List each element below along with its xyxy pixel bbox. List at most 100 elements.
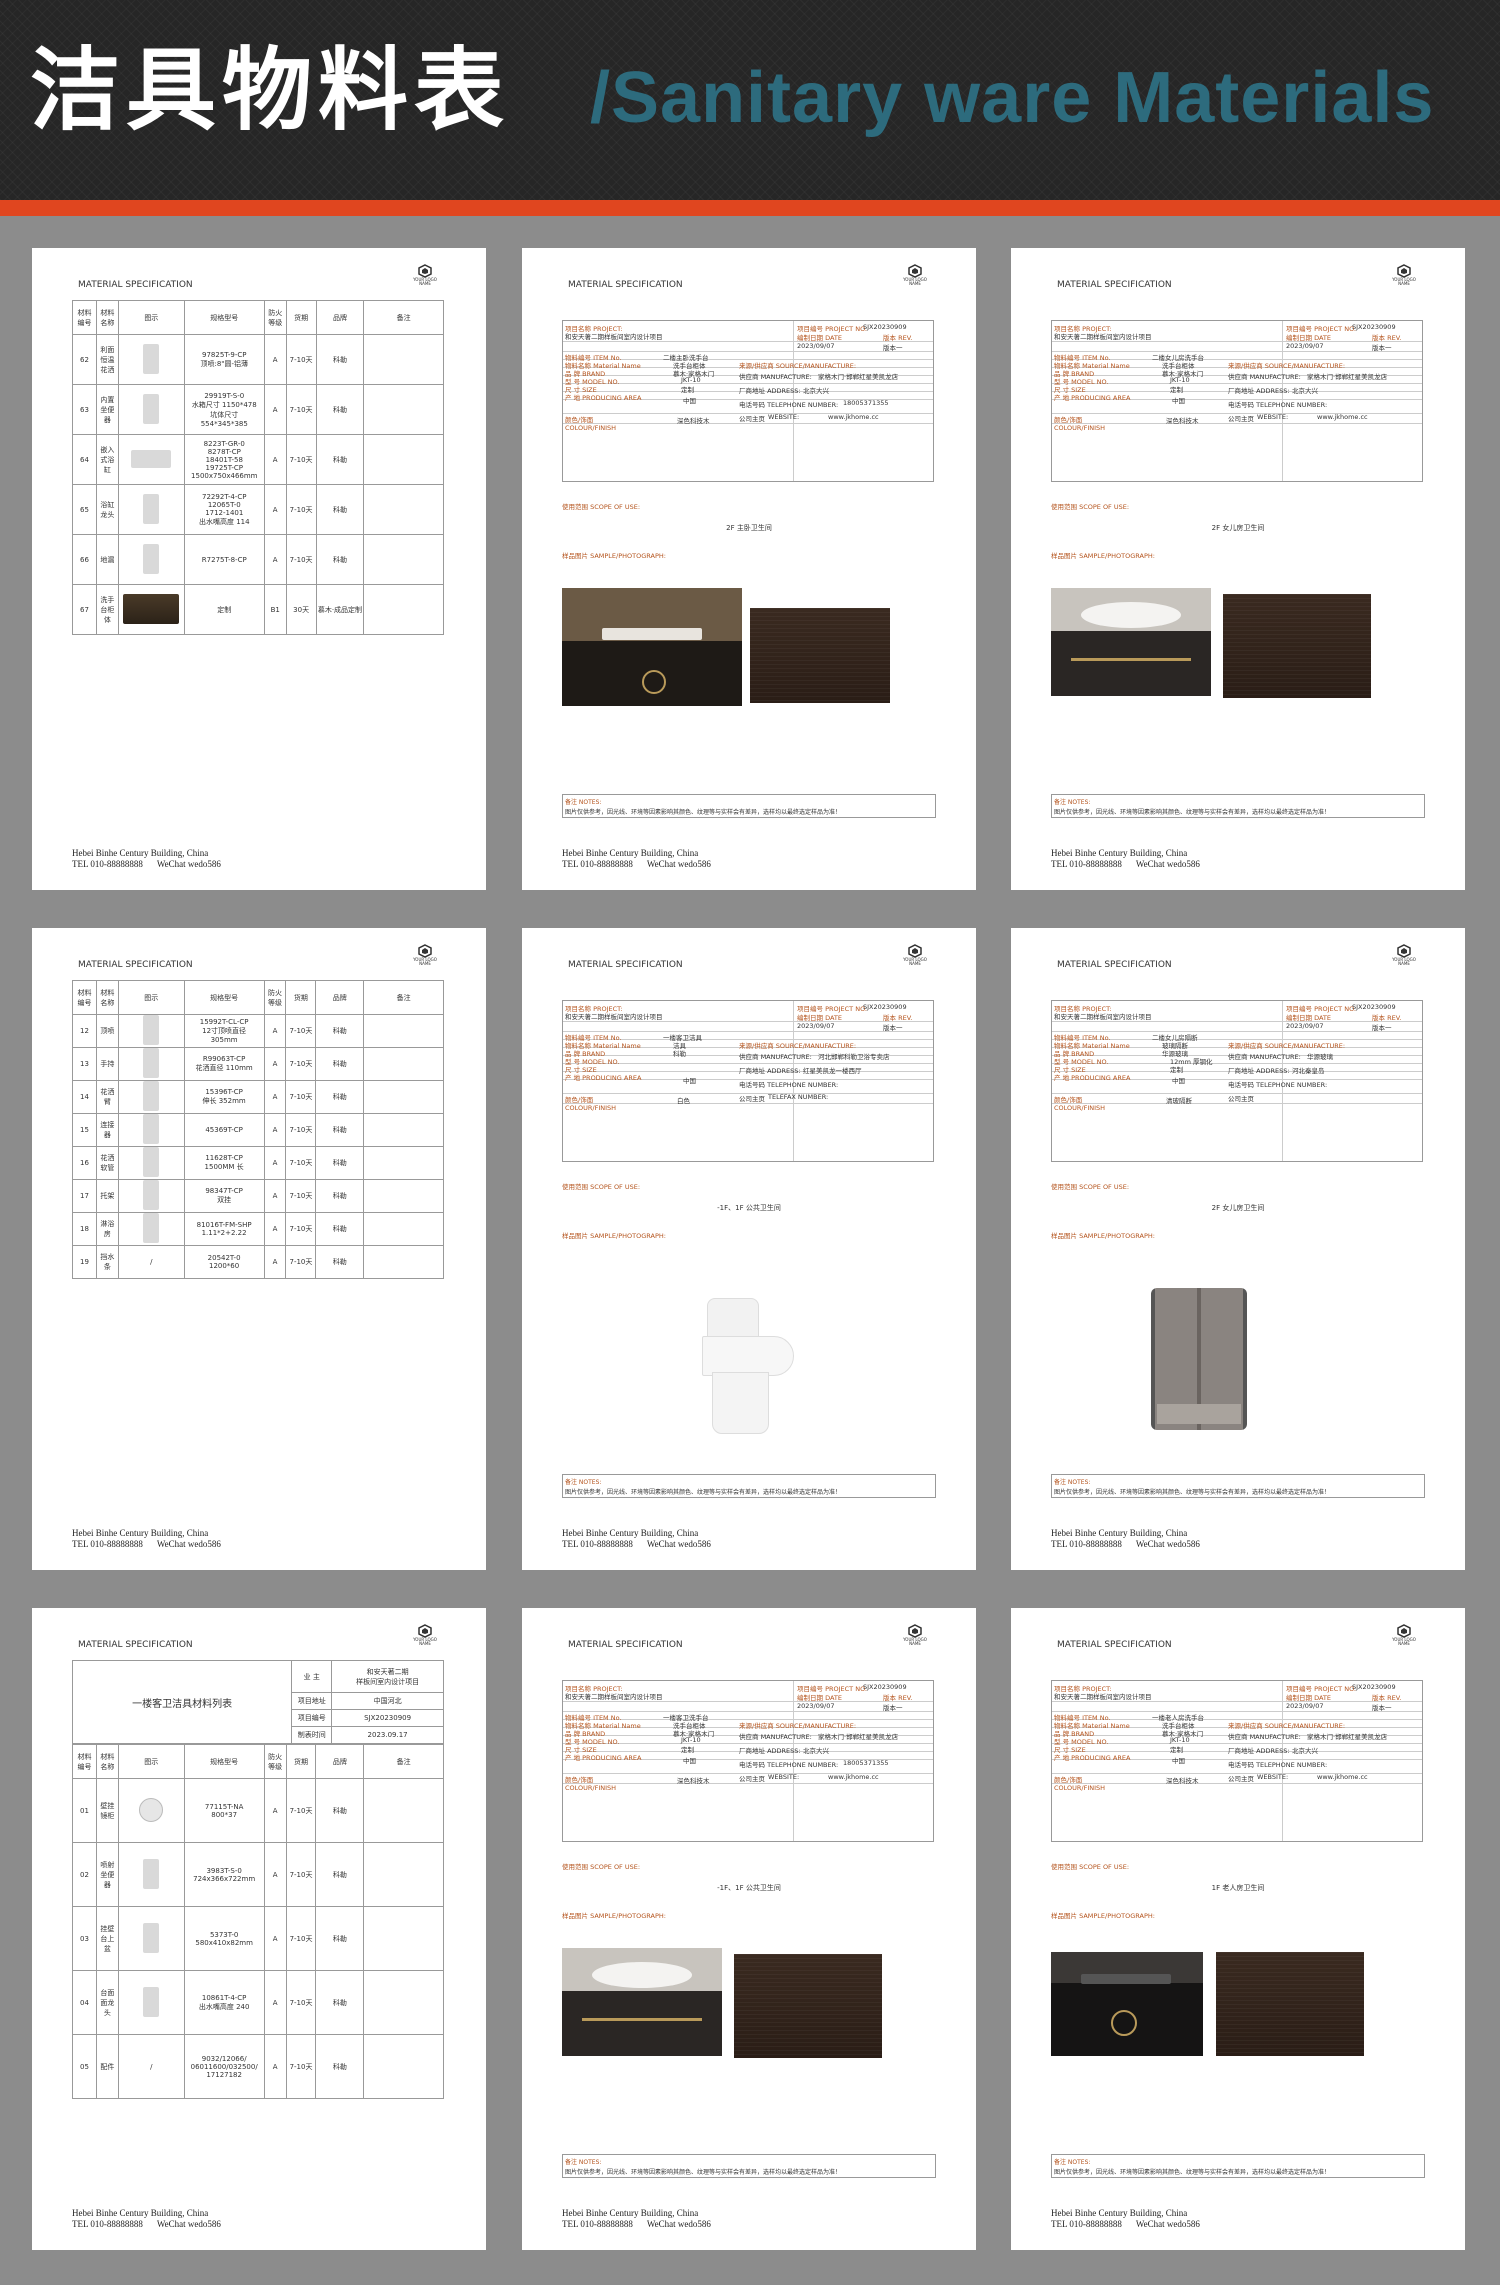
value-date: 2023/09/07	[797, 1022, 835, 1030]
company-logo: YOUR LOGO NAME	[1389, 944, 1419, 967]
material-spec-label: MATERIAL SPECIFICATION	[78, 1640, 193, 1650]
label-address: 厂商地址 ADDRESS:	[1228, 1747, 1290, 1755]
cell-no: 14	[72, 1080, 97, 1114]
logo-text: YOUR LOGO NAME	[903, 957, 927, 967]
cell-note	[363, 1842, 444, 1907]
value-website: www.jkhome.cc	[1317, 413, 1368, 421]
cell-fire: A	[263, 1113, 287, 1147]
cell-spec: 11628T-CP 1500MM 长	[183, 1146, 265, 1180]
cell-spec: 15396T-CP 伸长 352mm	[183, 1080, 265, 1114]
vanity-shelf	[582, 2018, 702, 2021]
value-supplier: 家格木门·邯郸红星美凯龙店	[818, 1733, 899, 1741]
scope-label: 使用范围 SCOPE OF USE:	[562, 503, 641, 511]
cell-name: 地漏	[95, 534, 119, 585]
column-header: 图示	[117, 980, 185, 1015]
cell-spec: 8223T-GR-0 8278T-CP 18401T-58 19725T-CP …	[183, 434, 265, 485]
vanity-photo	[562, 1948, 722, 2056]
cell-period: 7-10天	[285, 434, 317, 485]
cell-note	[363, 1014, 444, 1048]
rule	[1052, 341, 1422, 342]
table-header-row: 材料编号 材料名称 图示 规格型号 防火等级 货期 品牌 备注	[72, 1744, 444, 1779]
value-supplier: 河北邯郸科勒卫浴专卖店	[818, 1053, 890, 1061]
footer-address: Hebei Binhe Century Building, China	[1051, 2208, 1188, 2218]
cell-note	[363, 534, 444, 585]
cell-name: 利面恒温花洒	[95, 334, 119, 385]
cell-no: 67	[72, 584, 97, 635]
vanity-basin	[602, 628, 702, 640]
value-date: 2023/09/07	[1286, 342, 1324, 350]
product-thumbnail	[143, 1015, 160, 1045]
cell-fire: A	[263, 334, 287, 385]
logo-text: YOUR LOGO NAME	[413, 277, 437, 287]
scope-label: 使用范围 SCOPE OF USE:	[562, 1863, 641, 1871]
value-supplier: 家格木门·邯郸红星美凯龙店	[818, 373, 899, 381]
value-area: 中国	[1172, 397, 1185, 405]
value-address: 北京大兴	[803, 387, 829, 395]
value-area: 中国	[683, 397, 696, 405]
table-row: 05 配件 / 9032/12066/ 06011600/032500/ 171…	[72, 2034, 444, 2099]
notes-text: 图片仅供参考，因光线、环境等因素影响其颜色、纹理等与实样会有差异，选样均以最终选…	[565, 1489, 842, 1496]
cell-image	[117, 1212, 185, 1246]
label-tel: 电话号码 TELEPHONE NUMBER:	[739, 401, 839, 409]
label-tel: 电话号码 TELEPHONE NUMBER:	[1228, 401, 1328, 409]
label-rev: 版本 REV.	[1372, 334, 1402, 342]
cell-slash: /	[150, 2062, 153, 2071]
spec-page: MATERIAL SPECIFICATION YOUR LOGO NAME He…	[522, 248, 976, 890]
logo-text: YOUR LOGO NAME	[413, 957, 437, 967]
footer-tel: TEL 010-88888888	[562, 1539, 633, 1549]
spec-info-box: 项目名称 PROJECT: 和安天著二期样板间室内设计项目 项目编号 PROJE…	[1051, 1680, 1423, 1842]
logo-text: YOUR LOGO NAME	[1392, 277, 1416, 287]
column-header: 品牌	[315, 1744, 365, 1779]
cell-fire: A	[263, 1179, 287, 1213]
vanity-ring	[642, 670, 666, 694]
value-size: 定制	[1170, 386, 1183, 394]
cell-fire: A	[263, 1970, 287, 2035]
product-thumbnail	[143, 1858, 160, 1889]
cell-note	[363, 1080, 444, 1114]
cell-brand: 科勒	[315, 1212, 365, 1246]
cell-name: 配件	[95, 2034, 119, 2099]
cell-period: 7-10天	[285, 1080, 317, 1114]
cell-spec: R7275T-8-CP	[183, 534, 265, 585]
cell-fire: A	[263, 1146, 287, 1180]
rule	[563, 1701, 933, 1702]
page-footer: Hebei Binhe Century Building, China TEL …	[1051, 1528, 1214, 1550]
cell-spec: R99063T-CP 花洒直径 110mm	[183, 1047, 265, 1081]
cell-name: 洗手台柜体	[95, 584, 119, 635]
table-row: 04 台面面龙头 10861T-4-CP 出水嘴高度 240 A 7-10天 科…	[72, 1970, 444, 2035]
vanity-basin	[592, 1962, 692, 1988]
label-rev: 版本 REV.	[883, 1694, 913, 1702]
label-rev: 版本 REV.	[1372, 1694, 1402, 1702]
cell-brand: 科勒	[315, 1014, 365, 1048]
cell-brand: 科勒	[315, 1842, 365, 1907]
scope-value: 1F 老人房卫生间	[1211, 1884, 1265, 1892]
product-thumbnail	[143, 1048, 160, 1078]
cell-no: 13	[72, 1047, 97, 1081]
value-project: 和安天著二期样板间室内设计项目	[565, 1013, 663, 1021]
label-address: 厂商地址 ADDRESS:	[1228, 387, 1290, 395]
meta-key: 业 主	[291, 1660, 333, 1693]
logo-text: YOUR LOGO NAME	[1392, 1637, 1416, 1647]
notes-label: 备注 NOTES:	[1054, 2159, 1091, 2166]
spec-info-box: 项目名称 PROJECT: 和安天著二期样板间室内设计项目 项目编号 PROJE…	[562, 1680, 934, 1842]
spec-page: MATERIAL SPECIFICATION YOUR LOGO NAME He…	[1011, 928, 1465, 1570]
cell-note	[363, 1113, 444, 1147]
label-date: 编制日期 DATE	[797, 1014, 842, 1022]
product-thumbnail	[143, 343, 160, 374]
cell-period: 7-10天	[285, 1842, 317, 1907]
cell-no: 17	[72, 1179, 97, 1213]
mirror-thumbnail	[139, 1797, 164, 1822]
label-colour: 颜色/饰面 COLOUR/FINISH	[1054, 1096, 1106, 1112]
label-rev: 版本 REV.	[883, 1014, 913, 1022]
title-cn: 洁具物料表	[30, 38, 510, 143]
footer-tel: TEL 010-88888888	[1051, 859, 1122, 869]
column-header: 材料编号	[72, 980, 97, 1015]
column-header: 货期	[285, 1744, 317, 1779]
cell-brand: 科勒	[315, 334, 365, 385]
cell-no: 01	[72, 1778, 97, 1843]
cell-fire: A	[263, 1080, 287, 1114]
cell-brand: 科勒	[315, 1080, 365, 1114]
column-header: 材料名称	[95, 1744, 119, 1779]
cell-spec: 98347T-CP 双挂	[183, 1179, 265, 1213]
value-project-no: SJX20230909	[863, 323, 907, 331]
